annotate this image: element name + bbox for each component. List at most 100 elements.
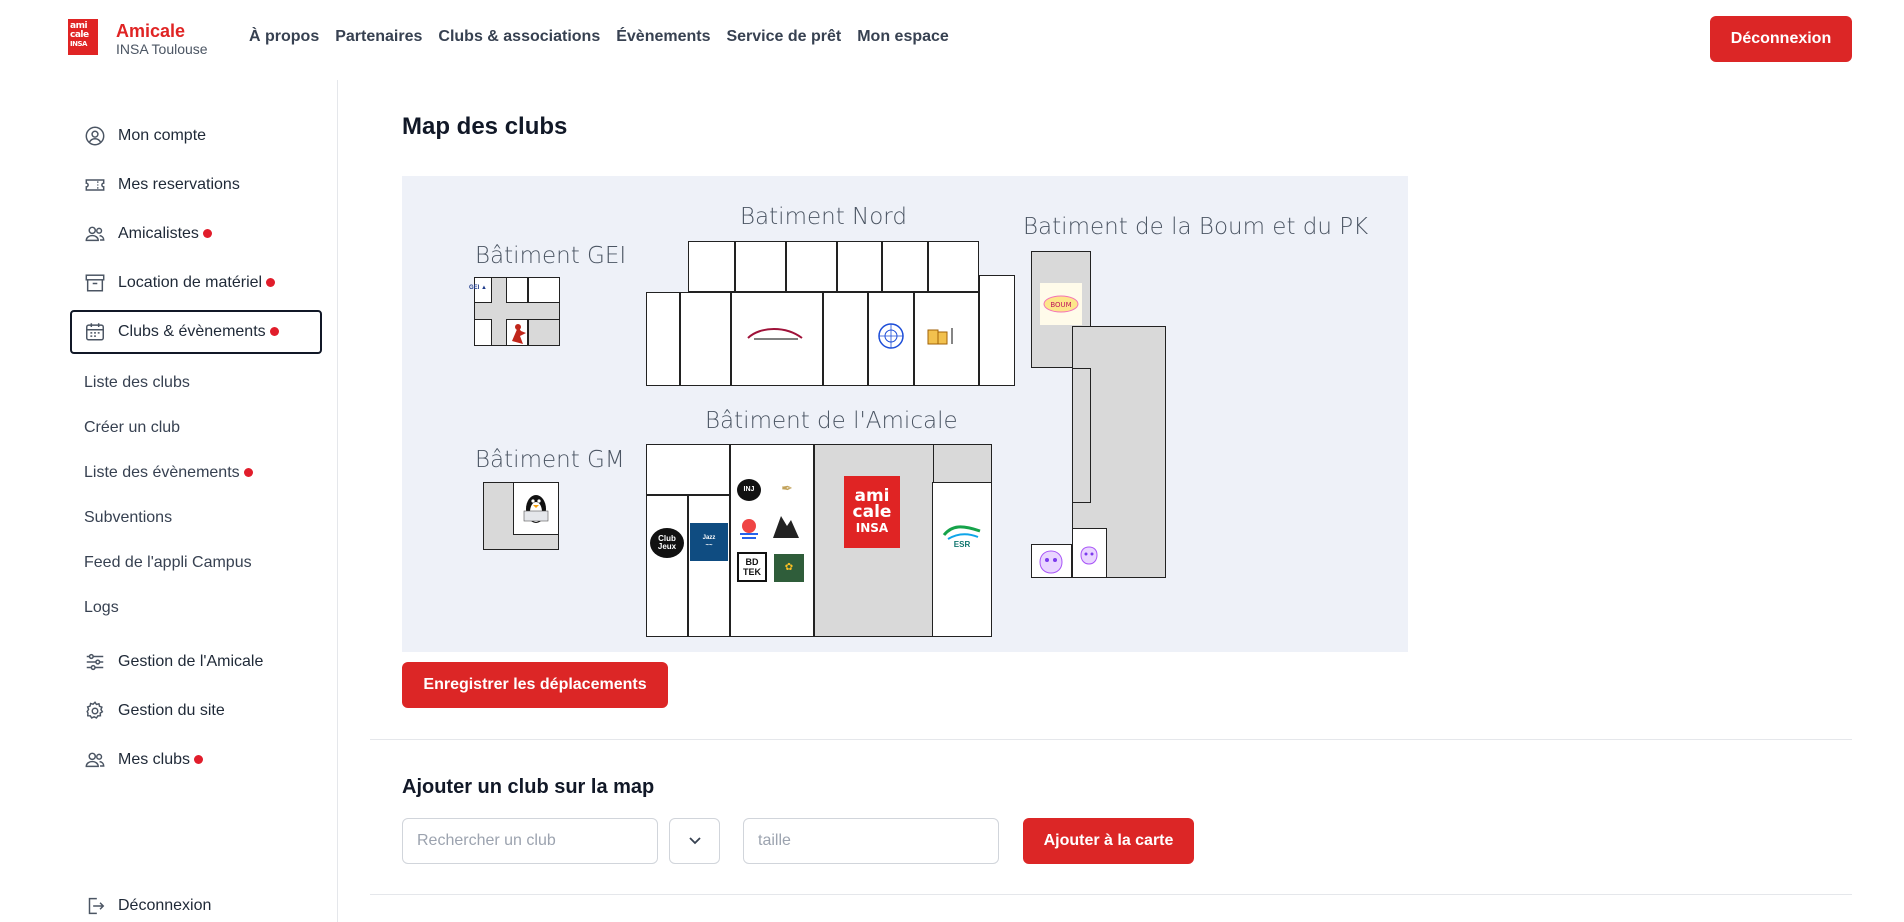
building-label-gei: Bâtiment GEI <box>475 243 627 269</box>
room[interactable] <box>1072 368 1091 503</box>
sidebar-item-label: Mon compte <box>118 127 207 144</box>
sidebar-item-label: Mes reservations <box>118 176 240 193</box>
club-size-select[interactable] <box>669 818 720 864</box>
room[interactable] <box>528 277 560 303</box>
sidebar-item-label: Gestion du site <box>118 702 225 719</box>
room[interactable] <box>646 444 730 495</box>
room[interactable] <box>646 495 688 637</box>
room[interactable] <box>837 241 882 292</box>
notification-dot <box>243 468 253 478</box>
club-logo-jazz[interactable]: Jazz ~~ <box>690 523 728 561</box>
sidebar-item-label: Déconnexion <box>118 897 212 914</box>
esr-label: ESR <box>953 540 971 549</box>
sidebar-item-clubs-evenements[interactable]: Clubs & évènements <box>70 310 322 354</box>
room[interactable] <box>688 495 730 637</box>
user-circle-icon <box>85 126 105 146</box>
divider <box>370 739 1852 740</box>
sub-item-feed-appli-campus[interactable]: Feed de l'appli Campus <box>84 554 252 572</box>
size-input[interactable] <box>743 818 999 864</box>
notification-dot <box>266 278 276 288</box>
room[interactable] <box>882 241 928 292</box>
gear-icon <box>86 701 104 719</box>
club-logo-inj[interactable]: INJ <box>737 479 761 501</box>
amicale-logo[interactable]: ami cale INSA <box>68 19 98 55</box>
main-nav: À propos Partenaires Clubs & association… <box>249 28 949 46</box>
club-logo-jeux[interactable]: Club Jeux <box>650 528 684 558</box>
sidebar-item-label: Mes clubs <box>118 751 204 769</box>
building-label-gm: Bâtiment GM <box>475 447 625 473</box>
logout-button[interactable]: Déconnexion <box>1710 16 1852 62</box>
sidebar-logout[interactable]: Déconnexion <box>70 884 322 922</box>
building-label-amicale: Bâtiment de l'Amicale <box>705 408 958 434</box>
sub-item-subventions[interactable]: Subventions <box>84 509 172 527</box>
amicale-logo-large[interactable]: ami cale INSA <box>844 476 900 548</box>
room[interactable] <box>680 292 731 386</box>
sidebar-item-mes-clubs[interactable]: Mes clubs <box>70 738 322 782</box>
sidebar-item-label: Amicalistes <box>118 225 212 243</box>
nav-service-de-pret[interactable]: Service de prêt <box>726 28 841 46</box>
calendar-icon <box>86 323 104 341</box>
sidebar-item-mon-compte[interactable]: Mon compte <box>70 114 322 158</box>
club-logo-boum[interactable]: BOUM <box>1040 283 1082 325</box>
sub-item-liste-des-clubs[interactable]: Liste des clubs <box>84 374 190 392</box>
club-logo-green[interactable]: ✿ <box>774 554 804 582</box>
room[interactable] <box>688 241 735 292</box>
club-logo-pk-2[interactable] <box>1078 544 1100 568</box>
divider <box>370 894 1852 895</box>
room[interactable] <box>506 277 528 303</box>
club-logo-globe[interactable] <box>877 322 905 350</box>
sub-item-logs[interactable]: Logs <box>84 599 119 617</box>
save-moves-button[interactable]: Enregistrer les déplacements <box>402 662 668 708</box>
top-header: ami cale INSA Amicale INSA Toulouse À prop… <box>0 0 1904 78</box>
sidebar-item-label: Location de matériel <box>118 274 276 292</box>
room[interactable] <box>928 241 979 292</box>
club-search-input[interactable] <box>402 818 658 864</box>
club-logo-sun[interactable] <box>737 516 761 542</box>
nav-evenements[interactable]: Évènements <box>616 28 710 46</box>
room[interactable] <box>735 241 786 292</box>
sidebar-item-label: Gestion de l'Amicale <box>118 653 264 670</box>
add-club-section-title: Ajouter un club sur la map <box>402 776 655 798</box>
club-mascot-icon[interactable] <box>508 321 528 345</box>
building-label-boum-pk: Batiment de la Boum et du PK <box>1023 214 1369 240</box>
sidebar-item-label: Clubs & évènements <box>118 323 279 341</box>
notification-dot <box>269 327 279 337</box>
sidebar-item-location-materiel[interactable]: Location de matériel <box>70 261 322 305</box>
sidebar: Mon compte Mes reservations Amicalistes … <box>0 80 338 922</box>
nav-partenaires[interactable]: Partenaires <box>335 28 422 46</box>
nav-a-propos[interactable]: À propos <box>249 28 319 46</box>
room[interactable] <box>979 275 1015 386</box>
room[interactable] <box>528 319 560 346</box>
club-logo-pk-1[interactable] <box>1036 548 1066 576</box>
club-logo-gei[interactable]: GEI ▲ <box>465 283 491 293</box>
archive-box-icon <box>85 274 105 292</box>
room[interactable] <box>786 241 837 292</box>
brand-subtitle: INSA Toulouse <box>116 41 208 57</box>
chevron-down-icon <box>688 837 701 845</box>
room[interactable] <box>474 319 492 346</box>
nav-mon-espace[interactable]: Mon espace <box>857 28 949 46</box>
sidebar-item-mes-reservations[interactable]: Mes reservations <box>70 163 322 207</box>
brand-name[interactable]: Amicale <box>116 21 185 42</box>
nav-clubs-associations[interactable]: Clubs & associations <box>438 28 600 46</box>
room[interactable] <box>646 292 680 386</box>
club-logo-penguin[interactable] <box>520 489 552 527</box>
sidebar-item-gestion-site[interactable]: Gestion du site <box>70 689 322 733</box>
club-logo-car[interactable] <box>744 325 806 343</box>
club-logo-esr[interactable]: ESR <box>937 511 987 561</box>
sidebar-item-amicalistes[interactable]: Amicalistes <box>70 212 322 256</box>
sub-item-creer-un-club[interactable]: Créer un club <box>84 419 180 437</box>
sliders-icon <box>86 653 104 671</box>
club-logo-feather[interactable]: ✒ <box>773 476 801 500</box>
room[interactable] <box>823 292 868 386</box>
ticket-icon <box>85 179 105 191</box>
sidebar-item-gestion-amicale[interactable]: Gestion de l'Amicale <box>70 640 322 684</box>
building-label-nord: Batiment Nord <box>740 204 907 230</box>
users-icon <box>85 752 105 768</box>
club-logo-beer[interactable] <box>923 324 957 348</box>
clubs-map[interactable]: Bâtiment GEI Batiment Nord Batiment de l… <box>402 176 1408 652</box>
sub-item-liste-des-evenements[interactable]: Liste des évènements <box>84 464 253 482</box>
add-to-map-button[interactable]: Ajouter à la carte <box>1023 818 1194 864</box>
club-logo-bdtek[interactable]: BD TEK <box>737 552 767 582</box>
club-logo-heroes[interactable] <box>769 510 803 544</box>
